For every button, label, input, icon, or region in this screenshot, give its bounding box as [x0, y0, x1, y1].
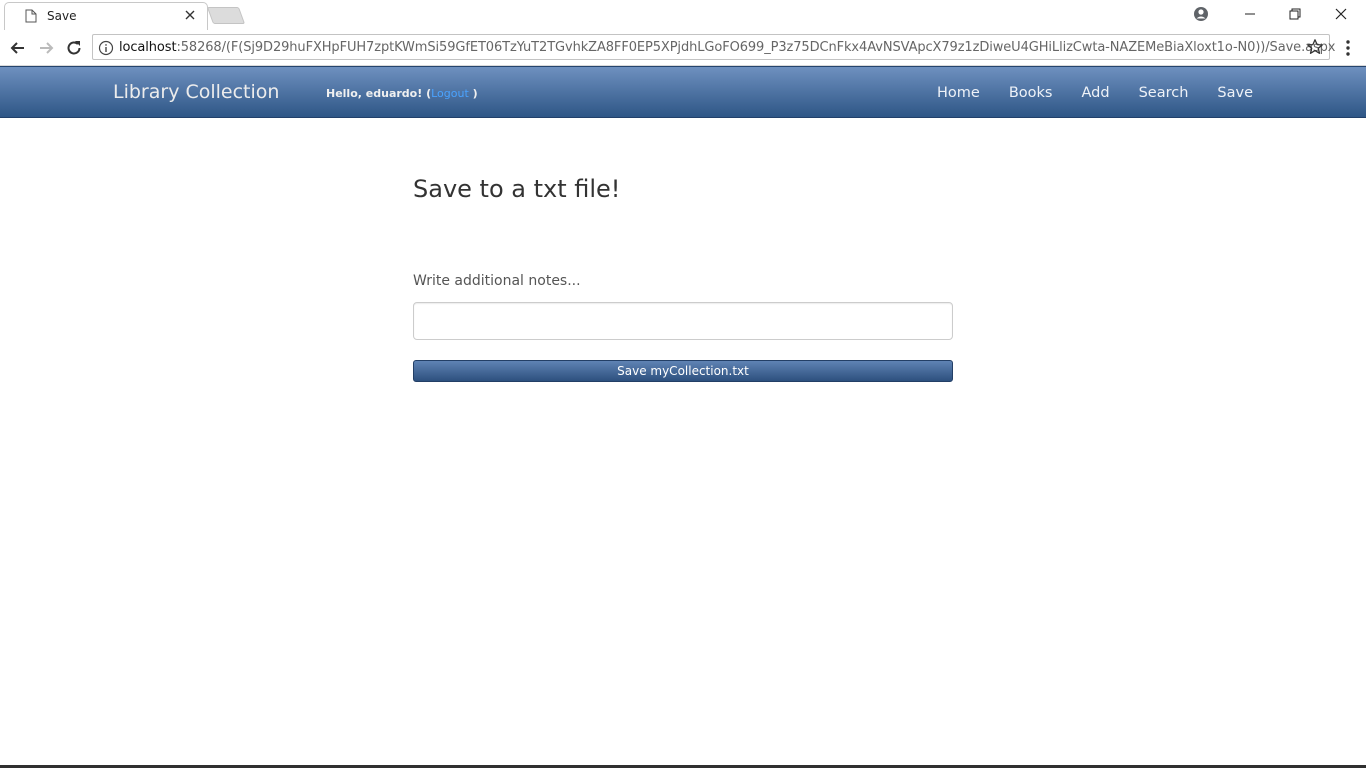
window-close-icon[interactable]: [1331, 5, 1351, 23]
url-text[interactable]: localhost:58268/(F(Sj9D29huFXHpFUH7zptKW…: [119, 40, 1335, 55]
forward-arrow-icon[interactable]: [36, 38, 56, 58]
notes-input[interactable]: [413, 302, 953, 340]
new-tab-button[interactable]: [206, 7, 246, 24]
back-arrow-icon[interactable]: [8, 38, 28, 58]
page-icon: [25, 9, 37, 23]
tab-title: Save: [47, 9, 77, 23]
notes-label: Write additional notes...: [413, 273, 581, 289]
menu-dots-icon[interactable]: [1340, 38, 1356, 58]
info-icon[interactable]: [98, 40, 114, 56]
browser-tabstrip: Save: [0, 0, 1366, 30]
url-host: localhost: [119, 40, 177, 55]
nav-search[interactable]: Search: [1139, 85, 1189, 101]
account-icon[interactable]: [1191, 5, 1211, 23]
reload-icon[interactable]: [64, 38, 84, 58]
minimize-icon[interactable]: [1240, 5, 1260, 23]
nav-save[interactable]: Save: [1217, 85, 1253, 101]
browser-toolbar: localhost:58268/(F(Sj9D29huFXHpFUH7zptKW…: [0, 30, 1366, 66]
close-icon[interactable]: [183, 8, 197, 22]
logout-link[interactable]: Logout: [431, 87, 469, 100]
greeting-suffix: ): [468, 87, 478, 100]
nav-home[interactable]: Home: [937, 85, 980, 101]
address-bar[interactable]: localhost:58268/(F(Sj9D29huFXHpFUH7zptKW…: [92, 34, 1335, 60]
nav-add[interactable]: Add: [1082, 85, 1110, 101]
page-title: Save to a txt file!: [413, 175, 621, 203]
nav-links: Home Books Add Search Save: [908, 85, 1253, 101]
star-icon[interactable]: [1306, 38, 1324, 56]
brand-link[interactable]: Library Collection: [113, 81, 279, 103]
user-greeting: Hello, eduardo! (Logout ): [326, 87, 478, 100]
site-navbar: Library Collection Hello, eduardo! (Logo…: [0, 66, 1366, 118]
nav-books[interactable]: Books: [1009, 85, 1053, 101]
save-collection-button[interactable]: Save myCollection.txt: [413, 360, 953, 382]
browser-tab[interactable]: Save: [4, 2, 208, 30]
greeting-text: Hello, eduardo! (: [326, 87, 432, 100]
restore-icon[interactable]: [1285, 5, 1305, 23]
url-path: :58268/(F(Sj9D29huFXHpFUH7zptKWmSi59GfET…: [176, 40, 1336, 55]
